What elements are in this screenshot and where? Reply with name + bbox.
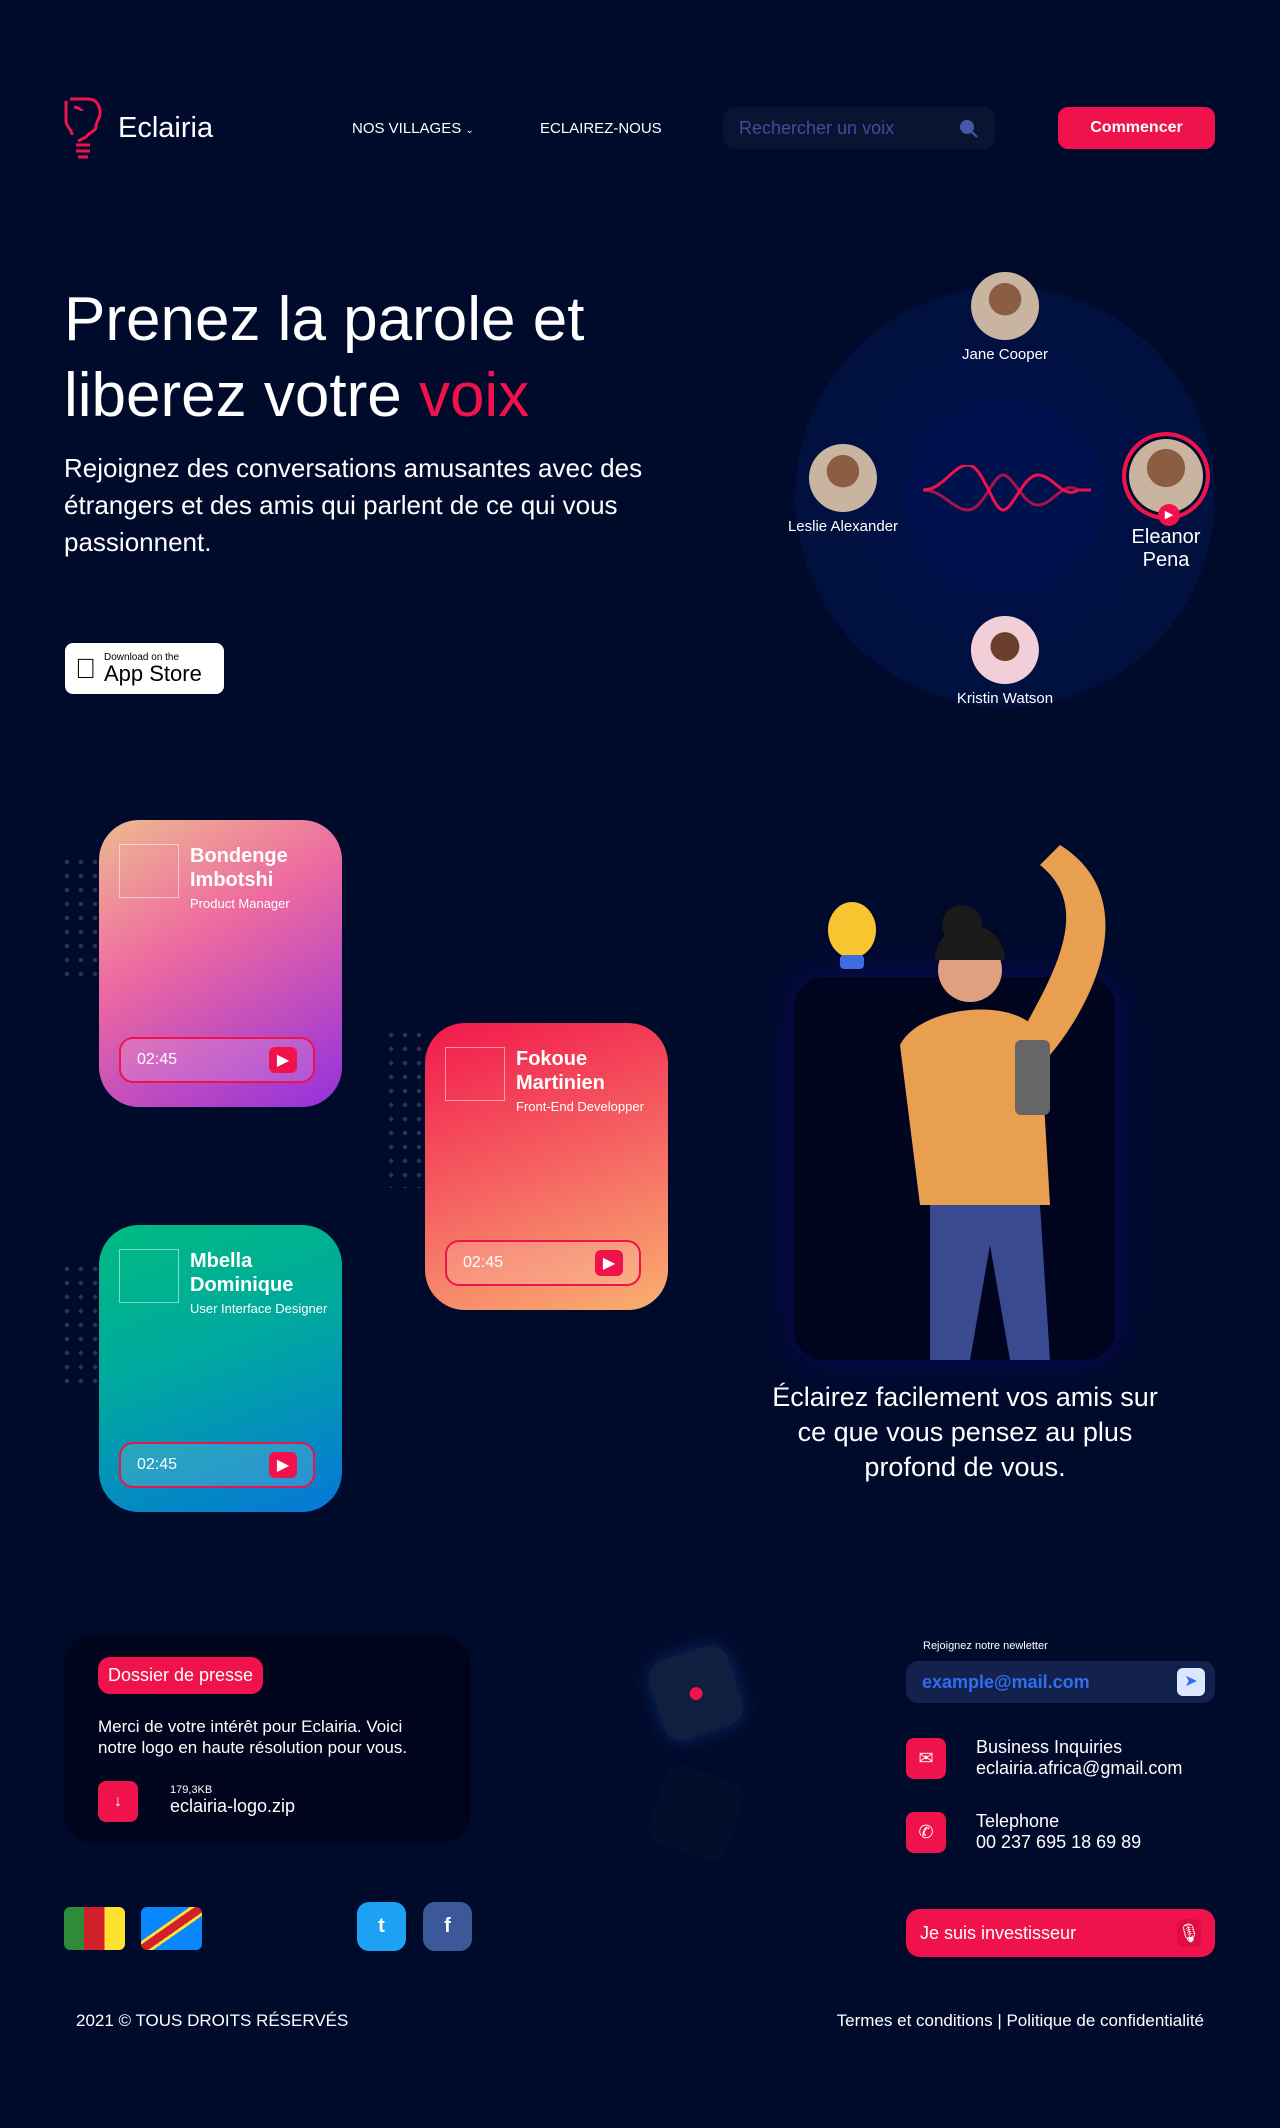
hero-subtitle: Rejoignez des conversations amusantes av… bbox=[64, 453, 643, 557]
commencer-button[interactable]: Commencer bbox=[1058, 107, 1215, 149]
audio-player[interactable]: 02:45 ▶ bbox=[119, 1442, 315, 1488]
lightbulb-head-icon bbox=[64, 97, 102, 159]
speaker-name: Eleanor Pena bbox=[1131, 526, 1201, 571]
investor-label: Je suis investisseur bbox=[920, 1922, 1077, 1943]
logo-cube-icon: ● bbox=[644, 1641, 748, 1745]
nav-eclairez-nous[interactable]: ECLAIREZ-NOUS bbox=[540, 120, 662, 137]
terms-link[interactable]: Termes et conditions bbox=[837, 2011, 993, 2030]
search-placeholder: Rechercher un voix bbox=[739, 117, 895, 138]
contact-title: Telephone bbox=[976, 1811, 1060, 1831]
card-name: Mbella Dominique bbox=[190, 1250, 294, 1296]
contact-value: 00 237 695 18 69 89 bbox=[976, 1832, 1142, 1852]
speaker-name: Jane Cooper bbox=[962, 346, 1048, 363]
speaker-name: Kristin Watson bbox=[956, 690, 1054, 707]
send-icon[interactable]: ➤ bbox=[1177, 1668, 1205, 1696]
press-text: Merci de votre intérêt pour Eclairia. Vo… bbox=[98, 1717, 408, 1757]
broken-image-icon bbox=[119, 1249, 179, 1303]
chevron-down-icon: ⌄ bbox=[465, 125, 474, 136]
card-role: Product Manager bbox=[190, 896, 290, 911]
copyright: 2021 © TOUS DROITS RÉSERVÉS bbox=[76, 2011, 349, 2030]
investor-button[interactable]: Je suis investisseur 🎙 bbox=[906, 1909, 1215, 1957]
speaker-kristin-watson[interactable]: Kristin Watson bbox=[957, 616, 1053, 707]
newsletter-email-input[interactable]: example@mail.com ➤ bbox=[906, 1661, 1215, 1703]
contact-telephone[interactable]: ✆ Telephone 00 237 695 18 69 89 bbox=[906, 1811, 1141, 1853]
download-file-icon[interactable]: ↓ bbox=[98, 1781, 138, 1822]
search-icon[interactable] bbox=[957, 117, 979, 139]
person-with-phone-illustration bbox=[828, 845, 1106, 1360]
speaker-leslie-alexander[interactable]: Leslie Alexander bbox=[788, 444, 898, 535]
email-placeholder: example@mail.com bbox=[922, 1671, 1090, 1692]
feature-caption: Éclairez facilement vos amis sur ce que … bbox=[772, 1382, 1158, 1482]
voice-card[interactable]: Fokoue Martinien Front-End Developper 02:… bbox=[425, 1023, 668, 1310]
avatar bbox=[970, 616, 1039, 684]
separator: | bbox=[997, 2011, 1002, 2030]
play-icon[interactable]: ▶ bbox=[269, 1047, 297, 1073]
press-kit-badge: Dossier de presse bbox=[98, 1657, 264, 1694]
contact-business[interactable]: ✉ Business Inquiries eclairia.africa@gmai… bbox=[906, 1737, 1182, 1779]
dots-decoration bbox=[384, 1028, 424, 1188]
avatar bbox=[971, 272, 1039, 340]
play-icon[interactable]: ▶ bbox=[1158, 504, 1180, 526]
facebook-icon[interactable]: f bbox=[423, 1902, 472, 1951]
microphone-icon: 🎙 bbox=[1177, 1919, 1201, 1947]
nav-label: NOS VILLAGES bbox=[352, 120, 462, 137]
card-name: Fokoue Martinien bbox=[516, 1048, 605, 1094]
app-store-button[interactable]:  Download on theApp Store bbox=[65, 643, 224, 694]
brand-logo[interactable]: Eclairia bbox=[62, 95, 213, 161]
avatar: ▶ bbox=[1122, 432, 1210, 526]
duration: 02:45 bbox=[137, 1456, 178, 1473]
twitter-icon[interactable]: t bbox=[357, 1902, 406, 1951]
press-file[interactable]: 179,3KB eclairia-logo.zip bbox=[170, 1784, 295, 1817]
play-icon[interactable]: ▶ bbox=[269, 1452, 297, 1478]
cameroon-flag-icon[interactable] bbox=[64, 1907, 125, 1950]
file-name: eclairia-logo.zip bbox=[170, 1796, 296, 1816]
footer-links: Termes et conditions | Politique de conf… bbox=[837, 2011, 1204, 2031]
mail-icon: ✉ bbox=[906, 1737, 946, 1779]
speaker-eleanor-pena[interactable]: ▶ Eleanor Pena bbox=[1109, 432, 1223, 572]
search-input[interactable]: Rechercher un voix bbox=[723, 107, 995, 149]
speaker-jane-cooper[interactable]: Jane Cooper bbox=[962, 272, 1048, 363]
contact-value: eclairia.africa@gmail.com bbox=[976, 1758, 1183, 1778]
logo-cube-reflection bbox=[644, 1761, 748, 1865]
brand-name: Eclairia bbox=[118, 111, 214, 144]
card-name: Bondenge Imbotshi bbox=[190, 845, 288, 891]
newsletter-label: Rejoignez notre newletter bbox=[923, 1640, 1048, 1652]
voice-card[interactable]: Bondenge Imbotshi Product Manager 02:45 ▶ bbox=[99, 820, 342, 1107]
broken-image-icon bbox=[119, 844, 179, 898]
apple-icon:  bbox=[75, 653, 96, 685]
duration: 02:45 bbox=[463, 1254, 504, 1271]
dots-decoration bbox=[60, 855, 100, 985]
speaker-name: Leslie Alexander bbox=[787, 518, 899, 535]
broken-image-icon bbox=[445, 1047, 505, 1101]
audio-player[interactable]: 02:45 ▶ bbox=[119, 1037, 315, 1083]
dots-decoration bbox=[60, 1262, 100, 1392]
contact-title: Business Inquiries bbox=[976, 1737, 1123, 1757]
card-role: Front-End Developper bbox=[516, 1099, 644, 1114]
phone-icon: ✆ bbox=[906, 1811, 946, 1853]
nav-nos-villages[interactable]: NOS VILLAGES ⌄ bbox=[352, 120, 474, 137]
audio-player[interactable]: 02:45 ▶ bbox=[445, 1240, 641, 1286]
privacy-link[interactable]: Politique de confidentialité bbox=[1006, 2011, 1204, 2030]
hero-title-accent: voix bbox=[418, 361, 530, 430]
duration: 02:45 bbox=[137, 1051, 178, 1068]
play-icon[interactable]: ▶ bbox=[595, 1250, 623, 1276]
sound-wave-icon bbox=[923, 465, 1091, 512]
file-size: 179,3KB bbox=[170, 1784, 213, 1796]
appstore-big: App Store bbox=[83, 661, 202, 686]
card-role: User Interface Designer bbox=[190, 1301, 328, 1316]
voice-card[interactable]: Mbella Dominique User Interface Designer … bbox=[99, 1225, 342, 1512]
drc-flag-icon[interactable] bbox=[141, 1907, 202, 1950]
avatar bbox=[808, 444, 877, 512]
hero-title: Prenez la parole et liberez votre voix bbox=[64, 282, 704, 434]
